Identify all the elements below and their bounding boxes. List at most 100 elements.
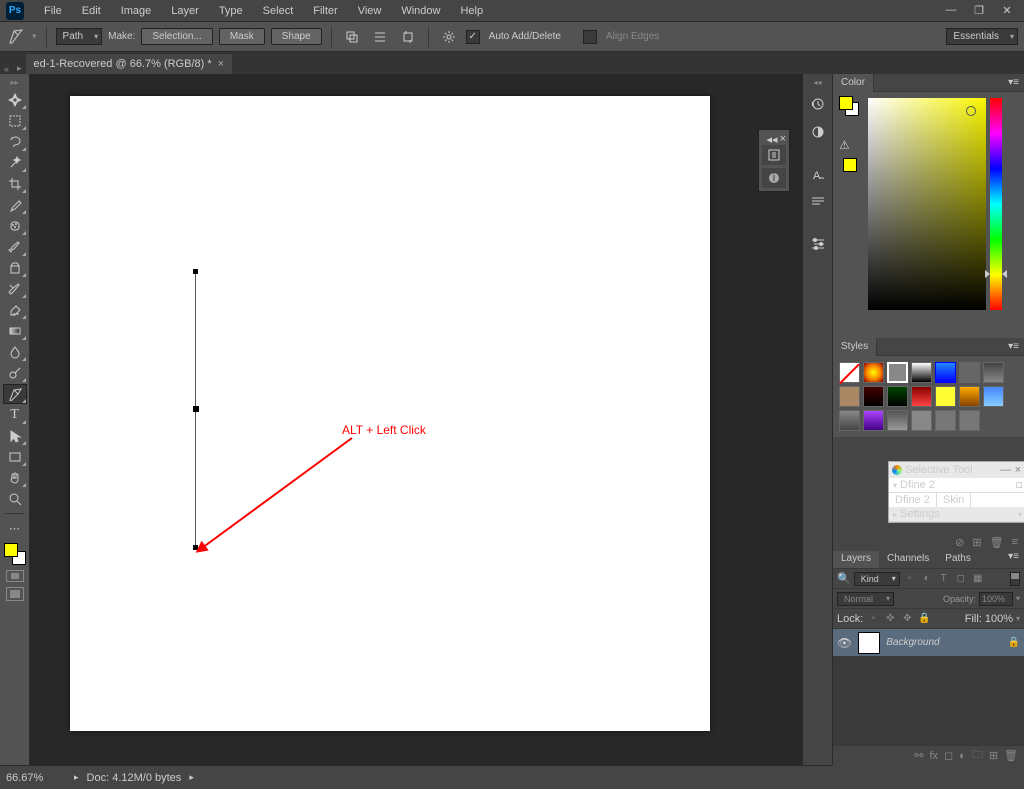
new-style-icon[interactable]: ⊞ <box>972 536 981 549</box>
layer-style-icon[interactable]: fx <box>929 750 938 762</box>
eraser-tool[interactable] <box>3 300 27 320</box>
menu-file[interactable]: File <box>34 2 72 20</box>
filter-search-icon[interactable]: 🔍 <box>837 572 851 585</box>
style-swatch[interactable] <box>839 362 860 383</box>
mask-button[interactable]: Mask <box>219 28 265 45</box>
menu-layer[interactable]: Layer <box>161 2 209 20</box>
tool-preset-caret-icon[interactable]: ▾ <box>32 31 37 42</box>
document-tab[interactable]: ed-1-Recovered @ 66.7% (RGB/8) * × <box>26 54 233 74</box>
gamut-preview-swatch[interactable] <box>843 158 857 172</box>
marquee-tool[interactable] <box>3 111 27 131</box>
type-tool[interactable]: T <box>3 405 27 425</box>
style-swatch[interactable] <box>983 386 1004 407</box>
style-swatch[interactable] <box>863 362 884 383</box>
shape-button[interactable]: Shape <box>271 28 322 45</box>
lasso-tool[interactable] <box>3 132 27 152</box>
workspace-select[interactable]: Essentials <box>946 28 1018 45</box>
styles-panel-menu-icon[interactable]: ▾≡ <box>1003 341 1024 352</box>
foreground-background-swatches[interactable] <box>4 543 26 565</box>
new-layer-icon[interactable]: ⊞ <box>989 749 998 762</box>
history-panel-icon[interactable] <box>807 93 829 115</box>
layer-lock-icon[interactable]: 🔒 <box>1008 637 1020 648</box>
gradient-tool[interactable] <box>3 321 27 341</box>
anchor-point-middle[interactable] <box>193 406 199 412</box>
close-icon[interactable]: ✕ <box>998 4 1016 17</box>
selective-tool-settings[interactable]: Settings <box>900 508 940 520</box>
color-swatch-pair[interactable] <box>839 98 857 116</box>
style-swatch[interactable] <box>959 386 980 407</box>
style-swatch[interactable] <box>983 362 1004 383</box>
lock-image-icon[interactable]: ✥ <box>900 612 914 626</box>
menu-type[interactable]: Type <box>209 2 253 20</box>
rectangle-tool[interactable] <box>3 447 27 467</box>
canvas-area[interactable]: ALT + Left Click ◂◂× i <box>30 74 802 765</box>
filter-pixel-icon[interactable]: ▫ <box>903 572 917 586</box>
document-canvas[interactable]: ALT + Left Click <box>70 96 710 731</box>
selective-tool-tab-2[interactable]: Skin <box>937 493 971 507</box>
menu-view[interactable]: View <box>348 2 392 20</box>
gear-icon[interactable] <box>438 27 460 47</box>
styles-tab[interactable]: Styles <box>833 338 877 356</box>
fill-input[interactable]: 100% <box>985 613 1013 625</box>
pen-tool[interactable] <box>3 384 27 404</box>
blur-tool[interactable] <box>3 342 27 362</box>
path-mode-select[interactable]: Path <box>56 28 103 45</box>
group-icon[interactable]: 🗀 <box>972 746 983 765</box>
layer-name[interactable]: Background <box>886 637 939 648</box>
floating-properties-panel[interactable]: ◂◂× i <box>758 129 790 192</box>
adjustments-panel-icon[interactable] <box>807 121 829 143</box>
magic-wand-tool[interactable] <box>3 153 27 173</box>
gamut-warning-icon[interactable]: ⚠ <box>839 138 850 152</box>
style-swatch[interactable] <box>887 362 908 383</box>
link-layers-icon[interactable]: ⚯ <box>914 749 923 762</box>
history-brush-tool[interactable] <box>3 279 27 299</box>
zoom-level[interactable]: 66.67% <box>6 772 66 784</box>
brush-settings-panel-icon[interactable] <box>807 233 829 255</box>
selection-button[interactable]: Selection... <box>141 28 212 45</box>
tab-scroll-right-icon[interactable]: ▸ <box>13 63 26 74</box>
edit-toolbar-icon[interactable]: ⋯ <box>3 518 27 538</box>
adjustment-layer-icon[interactable]: ◐ <box>959 750 966 762</box>
style-swatch[interactable] <box>959 362 980 383</box>
layers-empty-area[interactable] <box>833 657 1024 745</box>
lock-position-icon[interactable]: ✜ <box>883 612 897 626</box>
healing-brush-tool[interactable] <box>3 216 27 236</box>
brush-tool[interactable] <box>3 237 27 257</box>
filter-toggle-switch[interactable] <box>1010 572 1020 586</box>
color-panel-menu-icon[interactable]: ▾≡ <box>1003 77 1024 88</box>
menu-window[interactable]: Window <box>391 2 450 20</box>
selective-tool-minimize-icon[interactable]: — <box>1000 464 1010 476</box>
character-panel-icon[interactable]: A <box>807 163 829 185</box>
document-info[interactable]: Doc: 4.12M/0 bytes <box>87 772 182 784</box>
layer-thumbnail[interactable] <box>858 632 880 654</box>
move-tool[interactable] <box>3 90 27 110</box>
filter-shape-icon[interactable]: ◻ <box>954 572 968 586</box>
tab-scroll-left-icon[interactable]: « <box>0 64 13 74</box>
foreground-color-swatch[interactable] <box>4 543 18 557</box>
path-operations-icon[interactable] <box>341 27 363 47</box>
eyedropper-tool[interactable] <box>3 195 27 215</box>
hand-tool[interactable] <box>3 468 27 488</box>
paragraph-panel-icon[interactable] <box>807 191 829 213</box>
style-swatch[interactable] <box>911 362 932 383</box>
layers-panel-menu-icon[interactable]: ▾≡ <box>1003 551 1024 568</box>
no-action-icon[interactable]: ⊘ <box>955 536 964 549</box>
layer-visibility-icon[interactable]: 👁 <box>837 636 852 650</box>
layer-mask-icon[interactable]: ◻ <box>944 749 953 762</box>
style-swatch[interactable] <box>839 386 860 407</box>
toolbar-collapse-icon[interactable]: ▸▸ <box>10 78 18 87</box>
filter-adjustment-icon[interactable]: ◐ <box>920 572 934 586</box>
blend-mode-select[interactable]: Normal <box>837 592 894 606</box>
menu-edit[interactable]: Edit <box>72 2 111 20</box>
lock-pixels-icon[interactable]: ▫ <box>866 612 880 626</box>
style-swatch[interactable] <box>911 410 932 431</box>
maximize-icon[interactable]: ❐ <box>970 4 988 17</box>
status-caret-icon[interactable]: ▸ <box>74 772 79 783</box>
hue-slider[interactable] <box>990 98 1002 310</box>
style-swatch[interactable] <box>935 362 956 383</box>
paths-tab[interactable]: Paths <box>937 551 979 568</box>
color-picker-indicator[interactable] <box>966 106 976 116</box>
path-alignment-icon[interactable] <box>369 27 391 47</box>
style-swatch[interactable] <box>935 386 956 407</box>
style-swatch[interactable] <box>959 410 980 431</box>
